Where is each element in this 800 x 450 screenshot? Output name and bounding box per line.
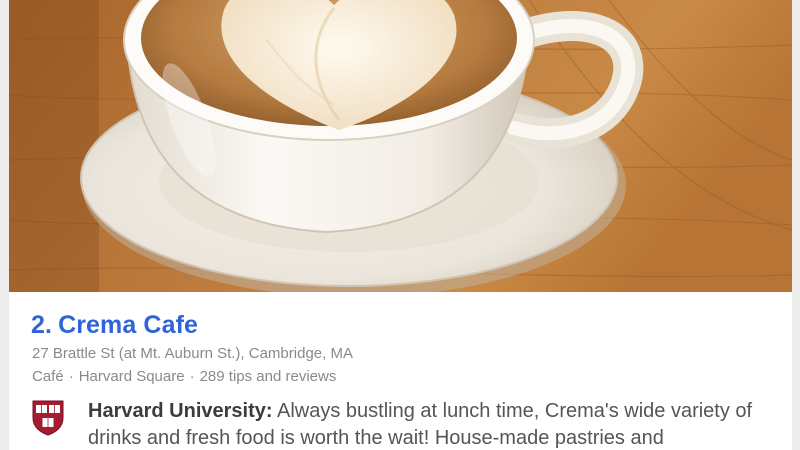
venue-rank: 2. [31,311,53,339]
tip-author-link[interactable]: Harvard University: [88,400,273,422]
venue-name: Crema Cafe [58,311,199,339]
meta-separator: · [68,368,74,385]
venue-photo[interactable] [9,0,792,292]
harvard-shield-icon[interactable] [32,400,64,436]
meta-separator: · [189,368,195,385]
venue-card[interactable]: 2. Crema Cafe 27 Brattle St (at Mt. Aubur… [9,0,792,450]
latte-image [9,0,792,292]
venue-address: 27 Brattle St (at Mt. Auburn St.), Cambr… [32,345,353,362]
venue-neighborhood: Harvard Square [78,368,185,385]
tip-text: Harvard University: Always bustling at l… [88,398,788,450]
venue-category: Café [32,368,64,385]
venue-title-link[interactable]: 2. Crema Cafe [31,311,198,340]
venue-meta: Café · Harvard Square · 289 tips and reviews [32,368,336,385]
venue-tips-count: 289 tips and reviews [199,368,337,385]
screen: 2. Crema Cafe 27 Brattle St (at Mt. Aubur… [0,0,800,450]
